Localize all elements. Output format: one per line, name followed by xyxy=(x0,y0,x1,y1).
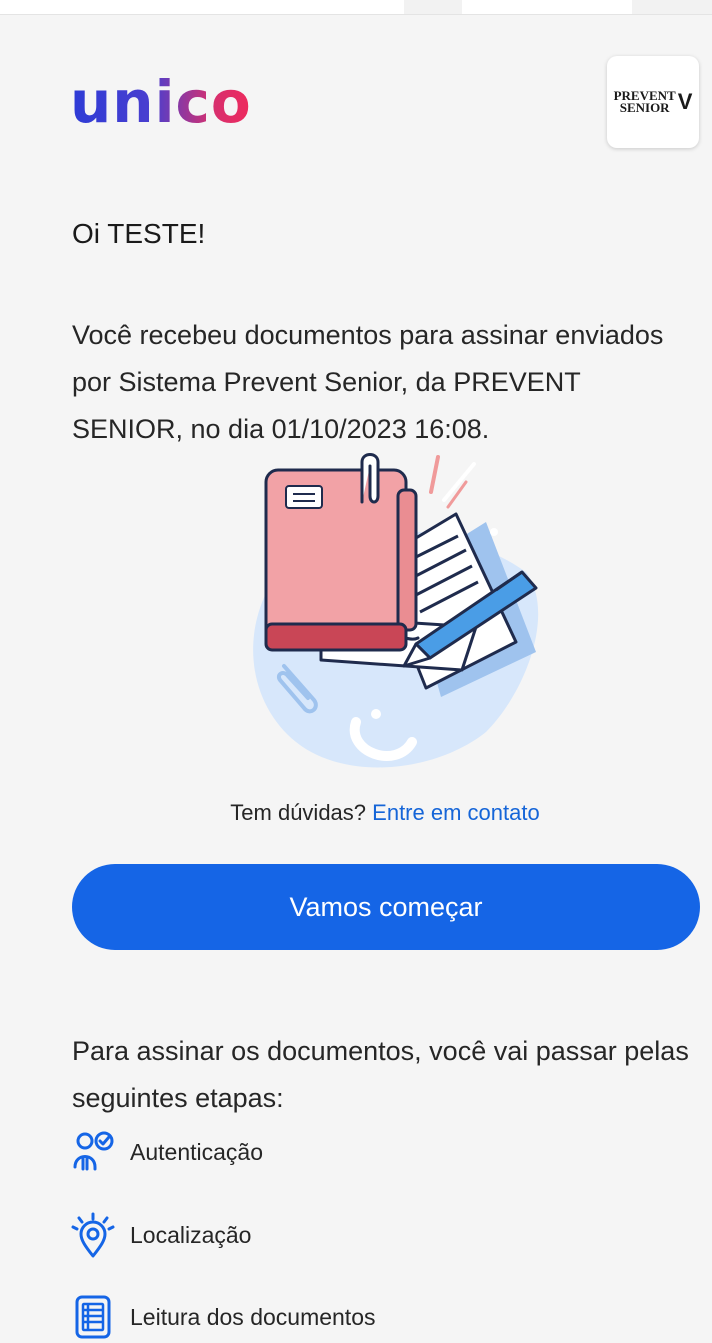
step-item-location: Localização xyxy=(68,1210,251,1260)
prevent-senior-logo: PREVENT SENIOR V xyxy=(607,56,699,148)
steps-intro-text: Para assinar os documentos, você vai pas… xyxy=(72,1036,689,1113)
document-icon xyxy=(68,1292,118,1342)
step-label: Localização xyxy=(130,1221,252,1248)
greeting-heading: Oi TESTE! xyxy=(72,218,206,249)
step-item-document-reading: Leitura dos documentos xyxy=(68,1292,376,1342)
partner-logo-line2: SENIOR xyxy=(619,100,670,115)
top-bar-segment xyxy=(404,0,462,14)
documents-illustration xyxy=(253,453,539,768)
intro-text: Você recebeu documentos para assinar env… xyxy=(72,320,664,444)
partner-logo-text: PREVENT SENIOR xyxy=(614,89,676,115)
unico-logo: unico xyxy=(70,68,252,136)
step-label: Leitura dos documentos xyxy=(130,1303,376,1330)
help-line: Tem dúvidas? Entre em contato xyxy=(0,800,712,826)
step-label: Autenticação xyxy=(130,1138,263,1165)
location-pin-icon xyxy=(68,1210,118,1260)
user-check-icon xyxy=(68,1127,118,1177)
browser-top-bar xyxy=(0,0,712,15)
partner-v-mark-icon: V xyxy=(677,89,693,114)
contact-link[interactable]: Entre em contato xyxy=(372,800,540,825)
top-bar-segment xyxy=(632,0,712,14)
step-item-authentication: Autenticação xyxy=(68,1127,263,1177)
help-question: Tem dúvidas? xyxy=(230,800,367,825)
start-button[interactable]: Vamos começar xyxy=(72,864,700,950)
